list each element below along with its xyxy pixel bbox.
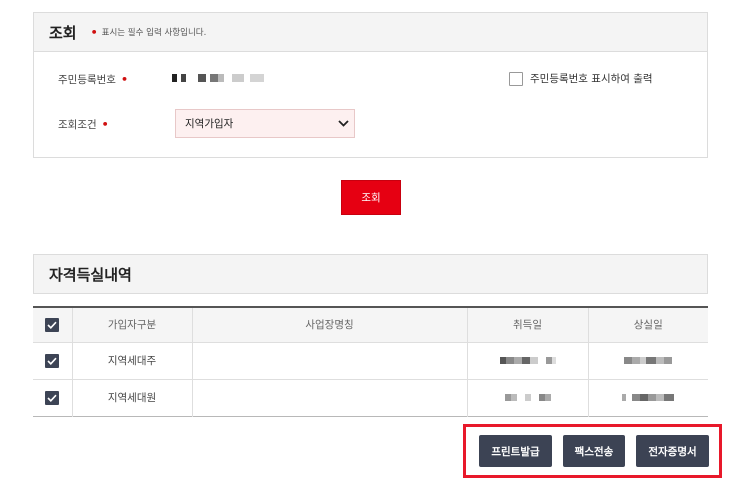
row-type: 지역세대주 — [72, 342, 193, 379]
history-section-title: 자격득실내역 — [49, 265, 132, 284]
row-select-cell — [33, 379, 73, 416]
blurred-date — [622, 394, 675, 401]
required-note: • 표시는 필수 입력 사항입니다. — [90, 25, 207, 39]
check-icon — [47, 357, 57, 365]
condition-label-text: 조회조건 — [58, 119, 97, 131]
ssn-label: 주민등록번호 • — [58, 72, 128, 87]
print-issue-button[interactable]: 프린트발급 — [479, 435, 552, 467]
blurred-date — [504, 394, 551, 401]
chevron-down-icon — [332, 120, 354, 127]
history-section-header: 자격득실내역 — [33, 254, 708, 294]
select-all-checkbox[interactable] — [45, 317, 60, 332]
row-workplace — [192, 342, 468, 379]
table-row: 지역세대주 — [33, 342, 708, 379]
ssn-print-checkbox[interactable]: 주민등록번호 표시하여 출력 — [509, 71, 653, 86]
check-icon — [47, 394, 57, 402]
row-select-cell — [33, 342, 73, 379]
e-certificate-button[interactable]: 전자증명서 — [636, 435, 709, 467]
condition-select-value: 지역가입자 — [185, 118, 234, 130]
table-header-row: 가입자구분 사업장명칭 취득일 상실일 — [33, 307, 708, 342]
row-lost-date — [588, 342, 708, 379]
condition-required-marker: • — [101, 118, 109, 131]
row-acquired-date — [467, 342, 589, 379]
column-header-type: 가입자구분 — [72, 307, 193, 342]
table-row: 지역세대원 — [33, 379, 708, 416]
row-workplace — [192, 379, 468, 416]
row-checkbox[interactable] — [45, 390, 60, 405]
query-panel-header: 조회 • 표시는 필수 입력 사항입니다. — [34, 13, 707, 52]
action-buttons-highlight: 프린트발급 팩스전송 전자증명서 — [463, 424, 722, 478]
fax-send-button[interactable]: 팩스전송 — [563, 435, 625, 467]
condition-label: 조회조건 • — [58, 117, 109, 132]
history-table: 가입자구분 사업장명칭 취득일 상실일 지역세대주 지역세대원 — [33, 306, 708, 417]
blurred-date — [499, 357, 556, 364]
row-lost-date — [588, 379, 708, 416]
row-checkbox[interactable] — [45, 353, 60, 368]
row-acquired-date — [467, 379, 589, 416]
query-panel: 조회 • 표시는 필수 입력 사항입니다. 주민등록번호 • 주민등록번호 표시… — [33, 12, 708, 158]
row-type: 지역세대원 — [72, 379, 193, 416]
required-note-text: 표시는 필수 입력 사항입니다. — [101, 28, 207, 38]
ssn-required-marker: • — [120, 73, 128, 86]
column-header-workplace: 사업장명칭 — [192, 307, 468, 342]
blurred-date — [624, 357, 673, 364]
ssn-label-text: 주민등록번호 — [58, 74, 116, 86]
query-panel-title: 조회 — [49, 23, 77, 42]
required-marker: • — [90, 25, 98, 39]
column-header-acquired-date: 취득일 — [467, 307, 589, 342]
ssn-masked-value — [172, 74, 264, 82]
condition-select[interactable]: 지역가입자 — [175, 109, 355, 138]
search-button[interactable]: 조회 — [341, 180, 401, 215]
check-icon — [47, 321, 57, 329]
select-all-cell — [33, 307, 73, 342]
column-header-lost-date: 상실일 — [633, 319, 663, 332]
checkbox-box[interactable] — [509, 71, 523, 86]
ssn-print-checkbox-label: 주민등록번호 표시하여 출력 — [530, 73, 653, 85]
